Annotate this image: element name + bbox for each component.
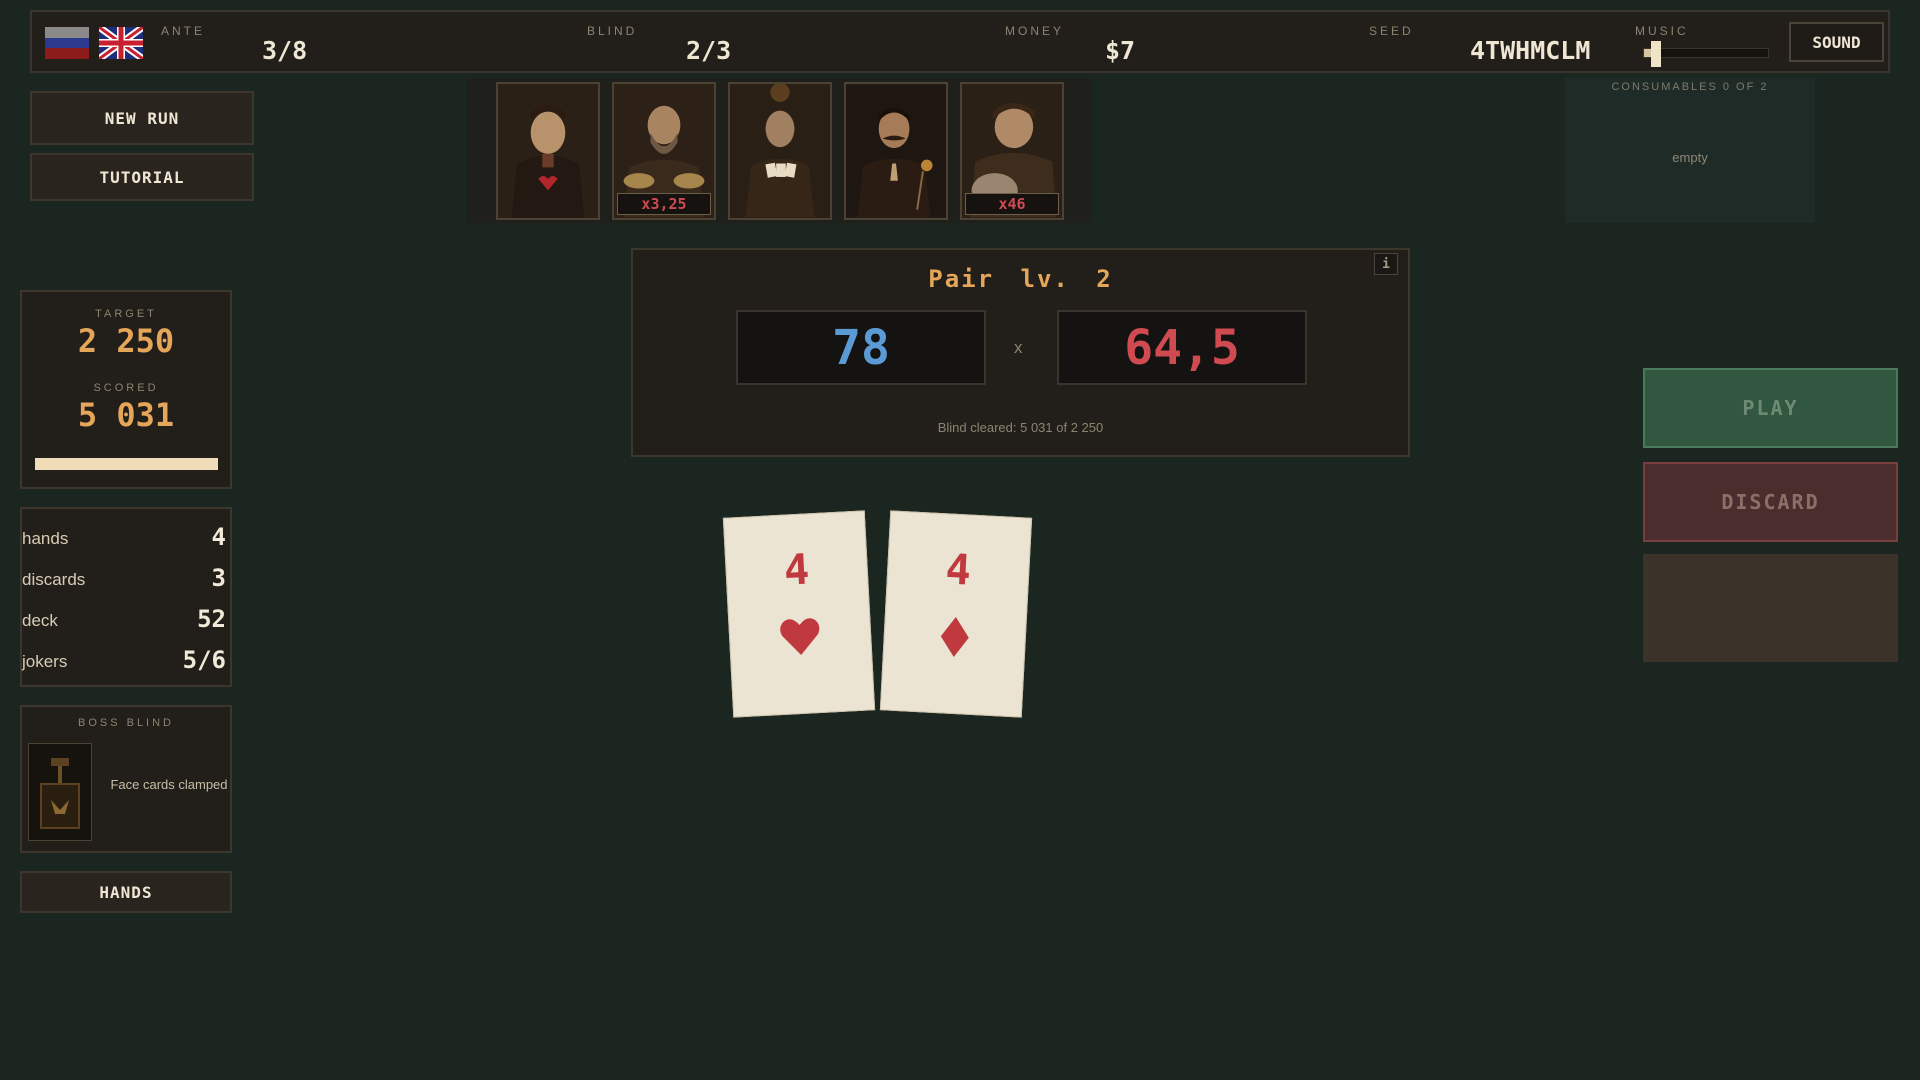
boss-blind-clamp-icon: [28, 743, 92, 841]
money-label: MONEY: [1005, 24, 1065, 38]
mult-value: 64,5: [1057, 310, 1307, 385]
target-value: 2 250: [77, 322, 175, 360]
resource-value: 52: [197, 605, 226, 633]
consumables-empty-text: empty: [1672, 150, 1708, 165]
money-value: $7: [1105, 36, 1136, 65]
hand-title: Pair lv. 2: [928, 265, 1113, 293]
joker-badge-2: x3,25: [617, 193, 711, 215]
joker-card-5[interactable]: x46: [960, 82, 1064, 220]
joker-portrait-old-man-cards-icon: [730, 84, 830, 218]
target-label: TARGET: [95, 308, 157, 320]
blind-cleared-text: Blind cleared: 5 031 of 2 250: [937, 420, 1104, 435]
scored-value: 5 031: [77, 396, 175, 434]
joker-badge-5: x46: [965, 193, 1059, 215]
resource-value: 5/6: [182, 646, 226, 674]
played-card-1[interactable]: 4: [722, 510, 876, 718]
card-rank: 4: [944, 544, 973, 595]
diamond-icon: [940, 616, 969, 657]
resource-row-hands: hands 4: [22, 523, 230, 553]
joker-portrait-heart-man-icon: [498, 84, 598, 218]
played-card-2[interactable]: 4: [879, 510, 1033, 718]
ante-value: 3/8: [262, 36, 308, 65]
joker-card-3[interactable]: [728, 82, 832, 220]
discard-button[interactable]: DISCARD: [1643, 462, 1898, 542]
music-label: MUSIC: [1635, 24, 1689, 38]
resource-name: deck: [22, 611, 58, 630]
chips-value: 78: [736, 310, 986, 385]
score-progress-bar: [35, 458, 218, 470]
resource-value: 4: [211, 523, 226, 551]
play-button[interactable]: PLAY: [1643, 368, 1898, 448]
resource-row-deck: deck 52: [22, 605, 230, 635]
joker-portrait-mustache-man-icon: [846, 84, 946, 218]
music-slider-thumb[interactable]: [1651, 41, 1662, 67]
multiply-sign: x: [1014, 338, 1023, 357]
joker-card-4[interactable]: [844, 82, 948, 220]
heart-icon: [780, 618, 820, 655]
seed-value[interactable]: 4TWHMCLM: [1470, 36, 1590, 65]
resource-name: discards: [22, 570, 86, 589]
ante-label: ANTE: [161, 24, 206, 38]
joker-card-1[interactable]: [496, 82, 600, 220]
hand-info-panel: Pair lv. 2 i 78 x 64,5 Blind cleared: 5 …: [631, 248, 1410, 457]
blind-value: 2/3: [686, 36, 732, 65]
resource-name: jokers: [22, 652, 68, 671]
consumables-slot: CONSUMABLES 0 OF 2 empty: [1565, 78, 1815, 223]
boss-blind-description: Face cards clamped: [110, 777, 228, 792]
tutorial-button[interactable]: TUTORIAL: [30, 153, 254, 201]
resource-value: 3: [211, 564, 226, 592]
resource-name: hands: [22, 529, 69, 548]
seed-label: SEED: [1369, 24, 1414, 38]
boss-blind-panel: BOSS BLIND Face cards clamped: [20, 705, 232, 853]
flag-ru-icon[interactable]: [45, 27, 89, 59]
hands-button[interactable]: HANDS: [20, 871, 232, 913]
sound-button[interactable]: SOUND: [1789, 22, 1884, 62]
blind-label: BLIND: [587, 24, 638, 38]
scored-label: SCORED: [93, 382, 159, 394]
new-run-button[interactable]: NEW RUN: [30, 91, 254, 145]
music-slider[interactable]: [1643, 41, 1769, 67]
boss-blind-label: BOSS BLIND: [77, 717, 175, 729]
action-slot-empty: [1643, 554, 1898, 662]
score-progress-fill: [35, 458, 218, 470]
info-button[interactable]: i: [1374, 253, 1398, 275]
flag-gb-icon[interactable]: [96, 24, 146, 62]
joker-card-2[interactable]: x3,25: [612, 82, 716, 220]
resource-row-discards: discards 3: [22, 564, 230, 594]
joker-row: x3,25 x46: [467, 78, 1092, 223]
card-rank: 4: [782, 544, 811, 595]
consumables-label: CONSUMABLES 0 OF 2: [1611, 81, 1769, 93]
top-bar: ANTE 3/8 BLIND 2/3 MONEY $7 SEED 4TWHMCL…: [30, 10, 1890, 73]
resource-row-jokers: jokers 5/6: [22, 646, 230, 676]
score-panel: TARGET 2 250 SCORED 5 031: [20, 290, 232, 489]
resources-panel: hands 4 discards 3 deck 52 jokers 5/6: [20, 507, 232, 687]
